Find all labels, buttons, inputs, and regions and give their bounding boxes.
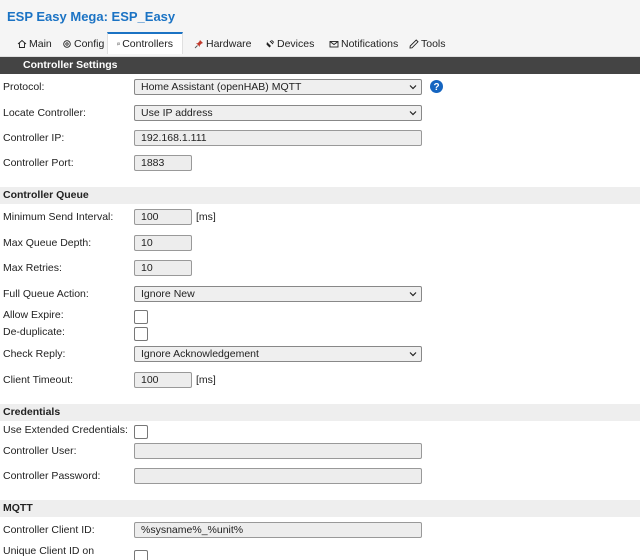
allow-expire-label: Allow Expire:: [3, 309, 64, 321]
tab-notifications[interactable]: Notifications: [329, 33, 398, 55]
client-timeout-label: Client Timeout:: [3, 374, 74, 386]
locate-controller-select[interactable]: Use IP address: [134, 105, 422, 121]
controller-user-input[interactable]: [134, 443, 422, 459]
tab-devices[interactable]: Devices: [265, 33, 314, 55]
gear-icon: [63, 40, 71, 48]
section-controller-queue: Controller Queue: [0, 187, 640, 204]
tab-bar: Main Config Controllers Hardware Devices…: [0, 32, 640, 57]
tab-tools[interactable]: Tools: [409, 33, 446, 55]
de-duplicate-checkbox[interactable]: [134, 327, 148, 341]
controller-password-label: Controller Password:: [3, 470, 101, 482]
client-id-input[interactable]: %sysname%_%unit%: [134, 522, 422, 538]
tab-notifications-label: Notifications: [341, 38, 399, 50]
max-retries-input[interactable]: 10: [134, 260, 192, 276]
unique-client-id-checkbox[interactable]: [134, 550, 148, 560]
allow-expire-checkbox[interactable]: [134, 310, 148, 324]
section-mqtt: MQTT: [0, 500, 640, 517]
locate-controller-value: Use IP address: [141, 107, 213, 119]
controller-ip-input[interactable]: 192.168.1.111: [134, 130, 422, 146]
full-queue-action-value: Ignore New: [141, 288, 195, 300]
tab-controllers-label: Controllers: [122, 38, 173, 50]
home-icon: [17, 39, 27, 48]
help-icon[interactable]: ?: [430, 80, 443, 93]
max-queue-depth-label: Max Queue Depth:: [3, 237, 92, 249]
full-queue-action-label: Full Queue Action:: [3, 288, 89, 300]
tab-tools-label: Tools: [421, 38, 446, 50]
full-queue-action-select[interactable]: Ignore New: [134, 286, 422, 302]
tab-controllers[interactable]: Controllers: [107, 32, 183, 54]
tab-config-label: Config: [74, 38, 105, 50]
protocol-value: Home Assistant (openHAB) MQTT: [141, 81, 302, 93]
chevron-down-icon: [409, 111, 417, 116]
section-controller-settings: Controller Settings: [0, 57, 640, 74]
pin-icon: [194, 40, 203, 49]
svg-text:?: ?: [433, 82, 439, 93]
page: ESP Easy Mega: ESP_Easy Main Config Cont…: [0, 0, 640, 560]
max-retries-label: Max Retries:: [3, 262, 62, 274]
tab-hardware[interactable]: Hardware: [194, 33, 252, 55]
controller-ip-label: Controller IP:: [3, 132, 65, 144]
client-timeout-input[interactable]: 100: [134, 372, 192, 388]
tab-hardware-label: Hardware: [206, 38, 252, 50]
plug-icon: [266, 39, 275, 48]
chat-icon: [117, 42, 121, 46]
protocol-select[interactable]: Home Assistant (openHAB) MQTT: [134, 79, 422, 95]
client-timeout-unit: [ms]: [196, 374, 216, 386]
de-duplicate-label: De-duplicate:: [3, 326, 65, 338]
min-send-interval-label: Minimum Send Interval:: [3, 211, 114, 223]
envelope-icon: [329, 41, 339, 48]
chevron-down-icon: [409, 292, 417, 297]
tab-devices-label: Devices: [277, 38, 315, 50]
header: ESP Easy Mega: ESP_Easy: [0, 0, 640, 33]
pencil-icon: [409, 39, 419, 49]
chevron-down-icon: [409, 85, 417, 90]
tab-main-label: Main: [29, 38, 52, 50]
chevron-down-icon: [409, 352, 417, 357]
extended-credentials-checkbox[interactable]: [134, 425, 148, 439]
section-credentials: Credentials: [0, 404, 640, 421]
check-reply-select[interactable]: Ignore Acknowledgement: [134, 346, 422, 362]
locate-controller-label: Locate Controller:: [3, 107, 86, 119]
tab-main[interactable]: Main: [17, 33, 52, 55]
max-queue-depth-input[interactable]: 10: [134, 235, 192, 251]
protocol-label: Protocol:: [3, 81, 45, 93]
check-reply-label: Check Reply:: [3, 348, 66, 360]
min-send-interval-input[interactable]: 100: [134, 209, 192, 225]
app-title: ESP Easy Mega: ESP_Easy: [7, 9, 176, 24]
controller-user-label: Controller User:: [3, 445, 77, 457]
min-send-interval-unit: [ms]: [196, 211, 216, 223]
unique-client-id-label: Unique Client ID on: [3, 545, 95, 557]
controller-port-label: Controller Port:: [3, 157, 74, 169]
client-id-label: Controller Client ID:: [3, 524, 95, 536]
check-reply-value: Ignore Acknowledgement: [141, 348, 259, 360]
controller-password-input[interactable]: [134, 468, 422, 484]
controller-port-input[interactable]: 1883: [134, 155, 192, 171]
tab-config[interactable]: Config: [62, 33, 104, 55]
extended-credentials-label: Use Extended Credentials:: [3, 424, 128, 436]
